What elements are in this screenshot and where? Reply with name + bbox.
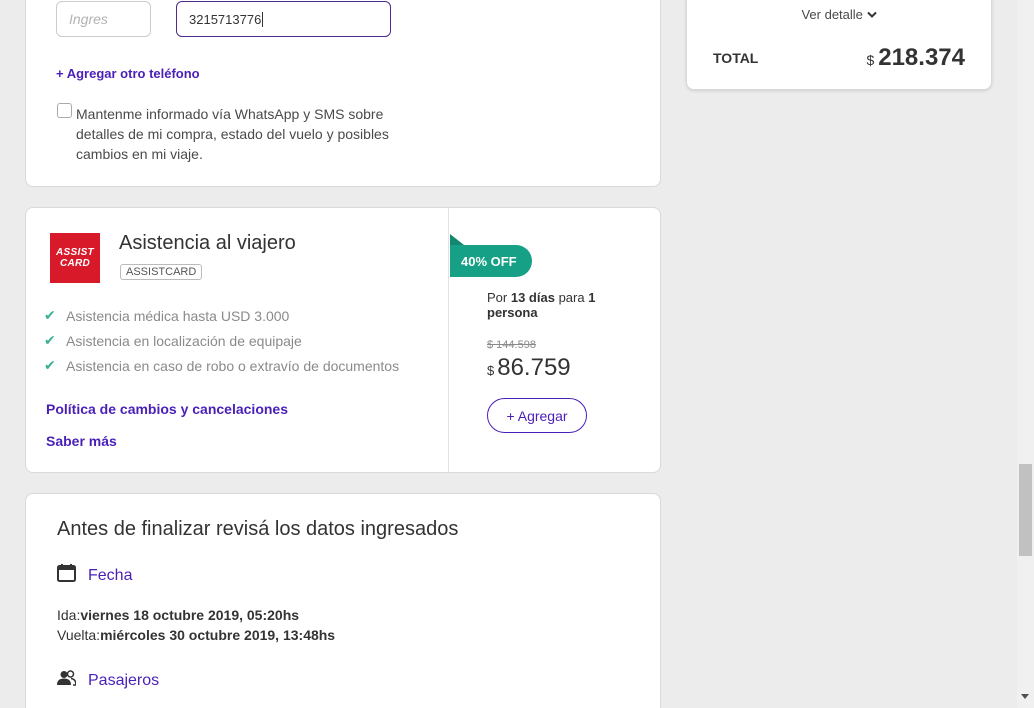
- price-divider: [448, 208, 449, 472]
- logo-line-1: ASSIST: [56, 247, 94, 258]
- review-title: Antes de finalizar revisá los datos ingr…: [57, 518, 459, 540]
- passengers-section-header: Pasajeros: [57, 670, 159, 691]
- feature-item: ✔ Asistencia en caso de robo o extravío …: [44, 357, 399, 374]
- add-assistance-button[interactable]: + Agregar: [487, 398, 587, 433]
- date-section-label: Fecha: [88, 566, 133, 584]
- return-date: Vuelta:miércoles 30 octubre 2019, 13:48h…: [57, 627, 335, 643]
- price-summary-card: Ver detalle TOTAL $ 218.374: [686, 0, 992, 90]
- days-count: 13 días: [510, 290, 555, 305]
- calendar-icon: [57, 564, 76, 587]
- outbound-date: Ida:viernes 18 octubre 2019, 05:20hs: [57, 607, 299, 623]
- provider-badge: ASSISTCARD: [120, 264, 203, 280]
- phone-form-card: Ingres 3215713776 + Agregar otro teléfon…: [25, 0, 661, 187]
- feature-label: Asistencia en localización de equipaje: [66, 332, 302, 349]
- total-label: TOTAL: [713, 50, 759, 66]
- badge-fold: [450, 234, 464, 245]
- page-scrollbar[interactable]: [1017, 0, 1034, 708]
- chevron-down-icon: [866, 7, 877, 22]
- cancellation-policy-link[interactable]: Política de cambios y cancelaciones: [46, 401, 288, 417]
- passengers-section-label: Pasajeros: [88, 671, 160, 689]
- coverage-description: Por 13 días para 1 persona: [487, 290, 627, 320]
- price-amount: 86.759: [497, 354, 571, 381]
- discounted-price: $ 86.759: [487, 354, 571, 382]
- check-icon: ✔: [44, 307, 56, 323]
- outbound-label: Ida:: [57, 607, 81, 623]
- phone-number-input[interactable]: 3215713776: [176, 1, 391, 37]
- assistcard-logo: ASSIST CARD: [50, 233, 100, 283]
- add-phone-link[interactable]: + Agregar otro teléfono: [56, 66, 200, 81]
- area-code-input[interactable]: Ingres: [56, 1, 151, 37]
- total-currency: $: [866, 52, 875, 68]
- travel-assistance-card: ASSIST CARD Asistencia al viajero ASSIST…: [25, 207, 661, 473]
- check-icon: ✔: [44, 332, 56, 348]
- logo-line-2: CARD: [59, 258, 91, 269]
- original-price: $ 144.598: [487, 339, 536, 351]
- total-amount: 218.374: [878, 44, 965, 71]
- feature-label: Asistencia en caso de robo o extravío de…: [66, 357, 400, 374]
- whatsapp-opt-in-label[interactable]: Mantenme informado vía WhatsApp y SMS so…: [76, 104, 396, 164]
- learn-more-link[interactable]: Saber más: [46, 433, 117, 449]
- assistance-title: Asistencia al viajero: [119, 232, 296, 254]
- price-currency: $: [487, 363, 495, 378]
- per-middle: para: [558, 290, 585, 305]
- view-detail-toggle[interactable]: Ver detalle: [687, 7, 991, 22]
- scroll-down-arrow-icon[interactable]: [1021, 694, 1029, 699]
- date-section-header: Fecha: [57, 564, 132, 587]
- text-caret: [262, 11, 264, 27]
- feature-label: Asistencia médica hasta USD 3.000: [66, 307, 290, 324]
- check-icon: ✔: [44, 357, 56, 373]
- per-prefix: Por: [487, 290, 508, 305]
- view-detail-label: Ver detalle: [801, 7, 863, 22]
- return-label: Vuelta:: [57, 627, 101, 643]
- outbound-value: viernes 18 octubre 2019, 05:20hs: [80, 607, 300, 623]
- return-value: miércoles 30 octubre 2019, 13:48hs: [100, 627, 336, 643]
- feature-item: ✔ Asistencia médica hasta USD 3.000: [44, 307, 289, 324]
- review-data-card: Antes de finalizar revisá los datos ingr…: [25, 493, 661, 708]
- total-price: $ 218.374: [866, 44, 965, 72]
- feature-item: ✔ Asistencia en localización de equipaje: [44, 332, 302, 349]
- scrollbar-thumb[interactable]: [1019, 464, 1032, 556]
- phone-number-value: 3215713776: [189, 11, 262, 27]
- users-icon: [57, 670, 77, 691]
- discount-badge: 40% OFF: [450, 245, 532, 277]
- whatsapp-checkbox[interactable]: [57, 103, 72, 118]
